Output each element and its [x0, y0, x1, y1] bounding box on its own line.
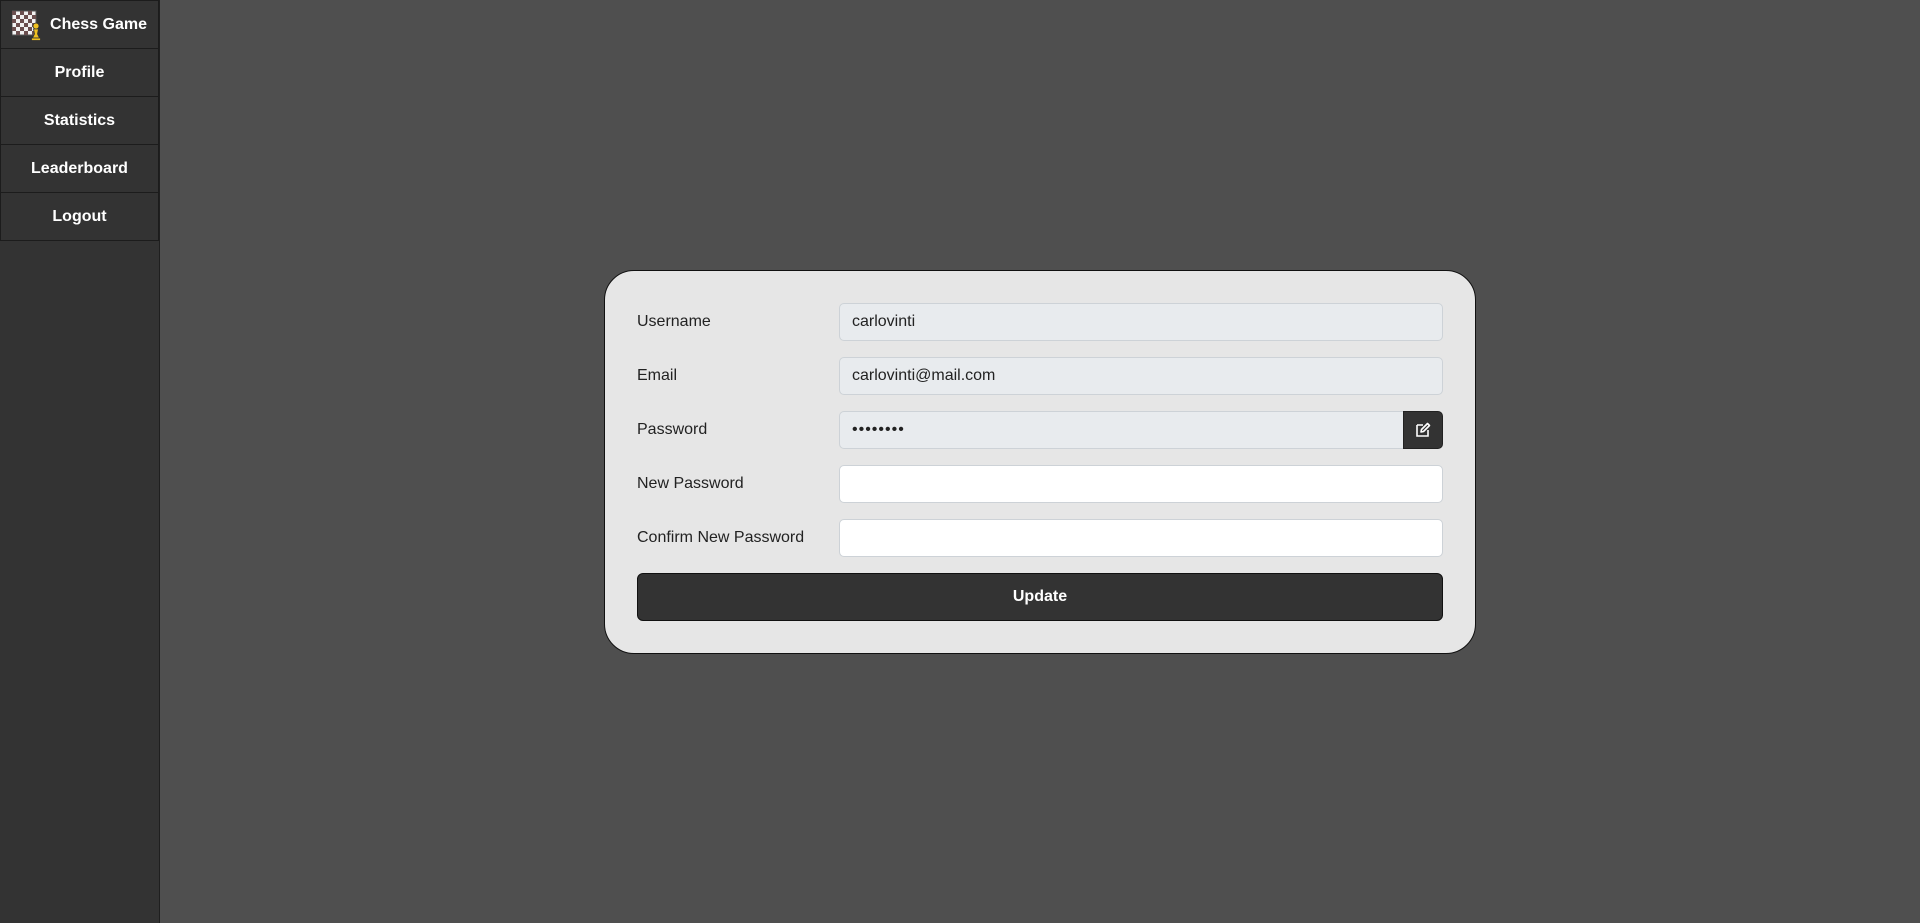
- update-button[interactable]: Update: [637, 573, 1443, 621]
- email-label: Email: [637, 367, 678, 384]
- edit-password-button[interactable]: [1403, 411, 1443, 449]
- confirm-password-row: Confirm New Password: [637, 519, 1443, 557]
- password-label: Password: [637, 421, 708, 438]
- brand[interactable]: Chess Game: [0, 0, 159, 49]
- sidebar-item-leaderboard[interactable]: Leaderboard: [0, 145, 159, 193]
- chess-logo-icon: [12, 10, 41, 41]
- edit-icon: [1416, 422, 1431, 437]
- new-password-row: New Password: [637, 465, 1443, 503]
- new-password-field[interactable]: [839, 465, 1443, 503]
- brand-title: Chess Game: [50, 15, 147, 33]
- sidebar-item-statistics[interactable]: Statistics: [0, 97, 159, 145]
- profile-form-card: Username Email Password New Password Con…: [604, 270, 1476, 654]
- password-group: [839, 411, 1443, 449]
- new-password-label: New Password: [637, 475, 744, 492]
- sidebar: Chess Game Profile Statistics Leaderboar…: [0, 0, 160, 923]
- confirm-password-label: Confirm New Password: [637, 529, 805, 546]
- username-row: Username: [637, 303, 1443, 341]
- email-field[interactable]: [839, 357, 1443, 395]
- password-row: Password: [637, 411, 1443, 449]
- username-field[interactable]: [839, 303, 1443, 341]
- email-row: Email: [637, 357, 1443, 395]
- password-field[interactable]: [839, 411, 1403, 449]
- confirm-password-field[interactable]: [839, 519, 1443, 557]
- sidebar-item-profile[interactable]: Profile: [0, 49, 159, 97]
- username-label: Username: [637, 313, 711, 330]
- sidebar-item-logout[interactable]: Logout: [0, 193, 159, 241]
